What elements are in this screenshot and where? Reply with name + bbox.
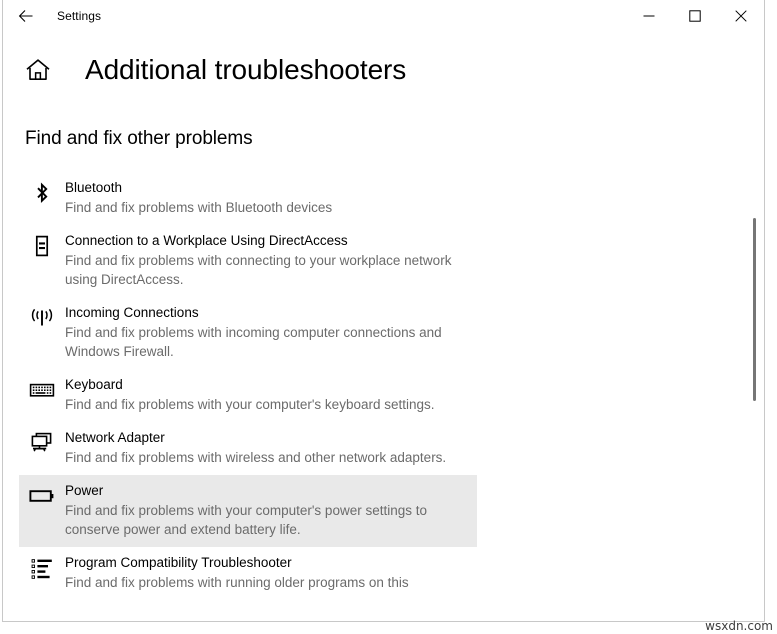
workplace-device-icon xyxy=(35,235,49,257)
item-title: Bluetooth xyxy=(65,180,123,195)
troubleshooter-item-incoming-connections[interactable]: Incoming Connections Find and fix proble… xyxy=(19,297,477,369)
settings-window: Settings Additional troubleshooters Find… xyxy=(2,0,765,622)
troubleshooter-item-bluetooth[interactable]: Bluetooth Find and fix problems with Blu… xyxy=(19,172,477,225)
minimize-icon xyxy=(643,15,655,17)
back-button[interactable] xyxy=(3,0,49,32)
item-title: Program Compatibility Troubleshooter xyxy=(65,555,292,570)
item-text: Power Find and fix problems with your co… xyxy=(65,481,477,539)
network-adapter-icon xyxy=(31,432,52,452)
troubleshooter-item-power[interactable]: Power Find and fix problems with your co… xyxy=(19,475,477,547)
maximize-button[interactable] xyxy=(672,0,718,32)
window-title: Settings xyxy=(57,9,102,23)
item-description: Find and fix problems with running older… xyxy=(65,575,409,590)
icon-wrapper xyxy=(19,481,65,509)
icon-wrapper xyxy=(19,375,65,403)
close-icon xyxy=(735,10,747,22)
item-text: Bluetooth Find and fix problems with Blu… xyxy=(65,178,477,217)
troubleshooter-item-network-adapter[interactable]: Network Adapter Find and fix problems wi… xyxy=(19,422,477,475)
item-text: Program Compatibility Troubleshooter Fin… xyxy=(65,553,477,592)
item-title: Keyboard xyxy=(65,377,123,392)
battery-icon xyxy=(29,490,54,502)
item-description: Find and fix problems with your computer… xyxy=(65,503,427,537)
broadcast-antenna-icon xyxy=(31,308,53,326)
home-icon[interactable] xyxy=(23,55,53,85)
section-heading: Find and fix other problems xyxy=(25,128,253,149)
item-description: Find and fix problems with incoming comp… xyxy=(65,325,442,359)
item-description: Find and fix problems with wireless and … xyxy=(65,450,447,465)
item-text: Incoming Connections Find and fix proble… xyxy=(65,303,477,361)
troubleshooter-list: Bluetooth Find and fix problems with Blu… xyxy=(3,172,764,600)
back-arrow-icon xyxy=(18,10,33,22)
item-title: Network Adapter xyxy=(65,430,165,445)
scrollbar-thumb[interactable] xyxy=(753,218,756,401)
item-title: Connection to a Workplace Using DirectAc… xyxy=(65,233,348,248)
icon-wrapper xyxy=(19,178,65,206)
item-text: Network Adapter Find and fix problems wi… xyxy=(65,428,477,467)
troubleshooter-item-directaccess[interactable]: Connection to a Workplace Using DirectAc… xyxy=(19,225,477,297)
window-controls xyxy=(626,0,764,32)
item-title: Power xyxy=(65,483,104,498)
page-header: Additional troubleshooters xyxy=(3,54,764,86)
item-text: Keyboard Find and fix problems with your… xyxy=(65,375,477,414)
keyboard-icon xyxy=(29,383,55,397)
troubleshooter-item-program-compatibility[interactable]: Program Compatibility Troubleshooter Fin… xyxy=(19,547,477,600)
close-button[interactable] xyxy=(718,0,764,32)
icon-wrapper xyxy=(19,428,65,456)
item-title: Incoming Connections xyxy=(65,305,199,320)
icon-wrapper xyxy=(19,303,65,331)
page-title: Additional troubleshooters xyxy=(85,54,407,85)
item-description: Find and fix problems with your computer… xyxy=(65,397,435,412)
watermark: wsxdn.com xyxy=(705,619,773,633)
icon-wrapper xyxy=(19,231,65,259)
list-icon xyxy=(31,559,52,579)
scrollbar-track[interactable] xyxy=(748,100,760,610)
item-description: Find and fix problems with Bluetooth dev… xyxy=(65,200,333,215)
maximize-icon xyxy=(689,10,701,22)
icon-wrapper xyxy=(19,553,65,581)
minimize-button[interactable] xyxy=(626,0,672,32)
item-description: Find and fix problems with connecting to… xyxy=(65,253,452,287)
troubleshooter-item-keyboard[interactable]: Keyboard Find and fix problems with your… xyxy=(19,369,477,422)
item-text: Connection to a Workplace Using DirectAc… xyxy=(65,231,477,289)
bluetooth-icon xyxy=(37,182,48,204)
title-bar: Settings xyxy=(3,0,764,32)
